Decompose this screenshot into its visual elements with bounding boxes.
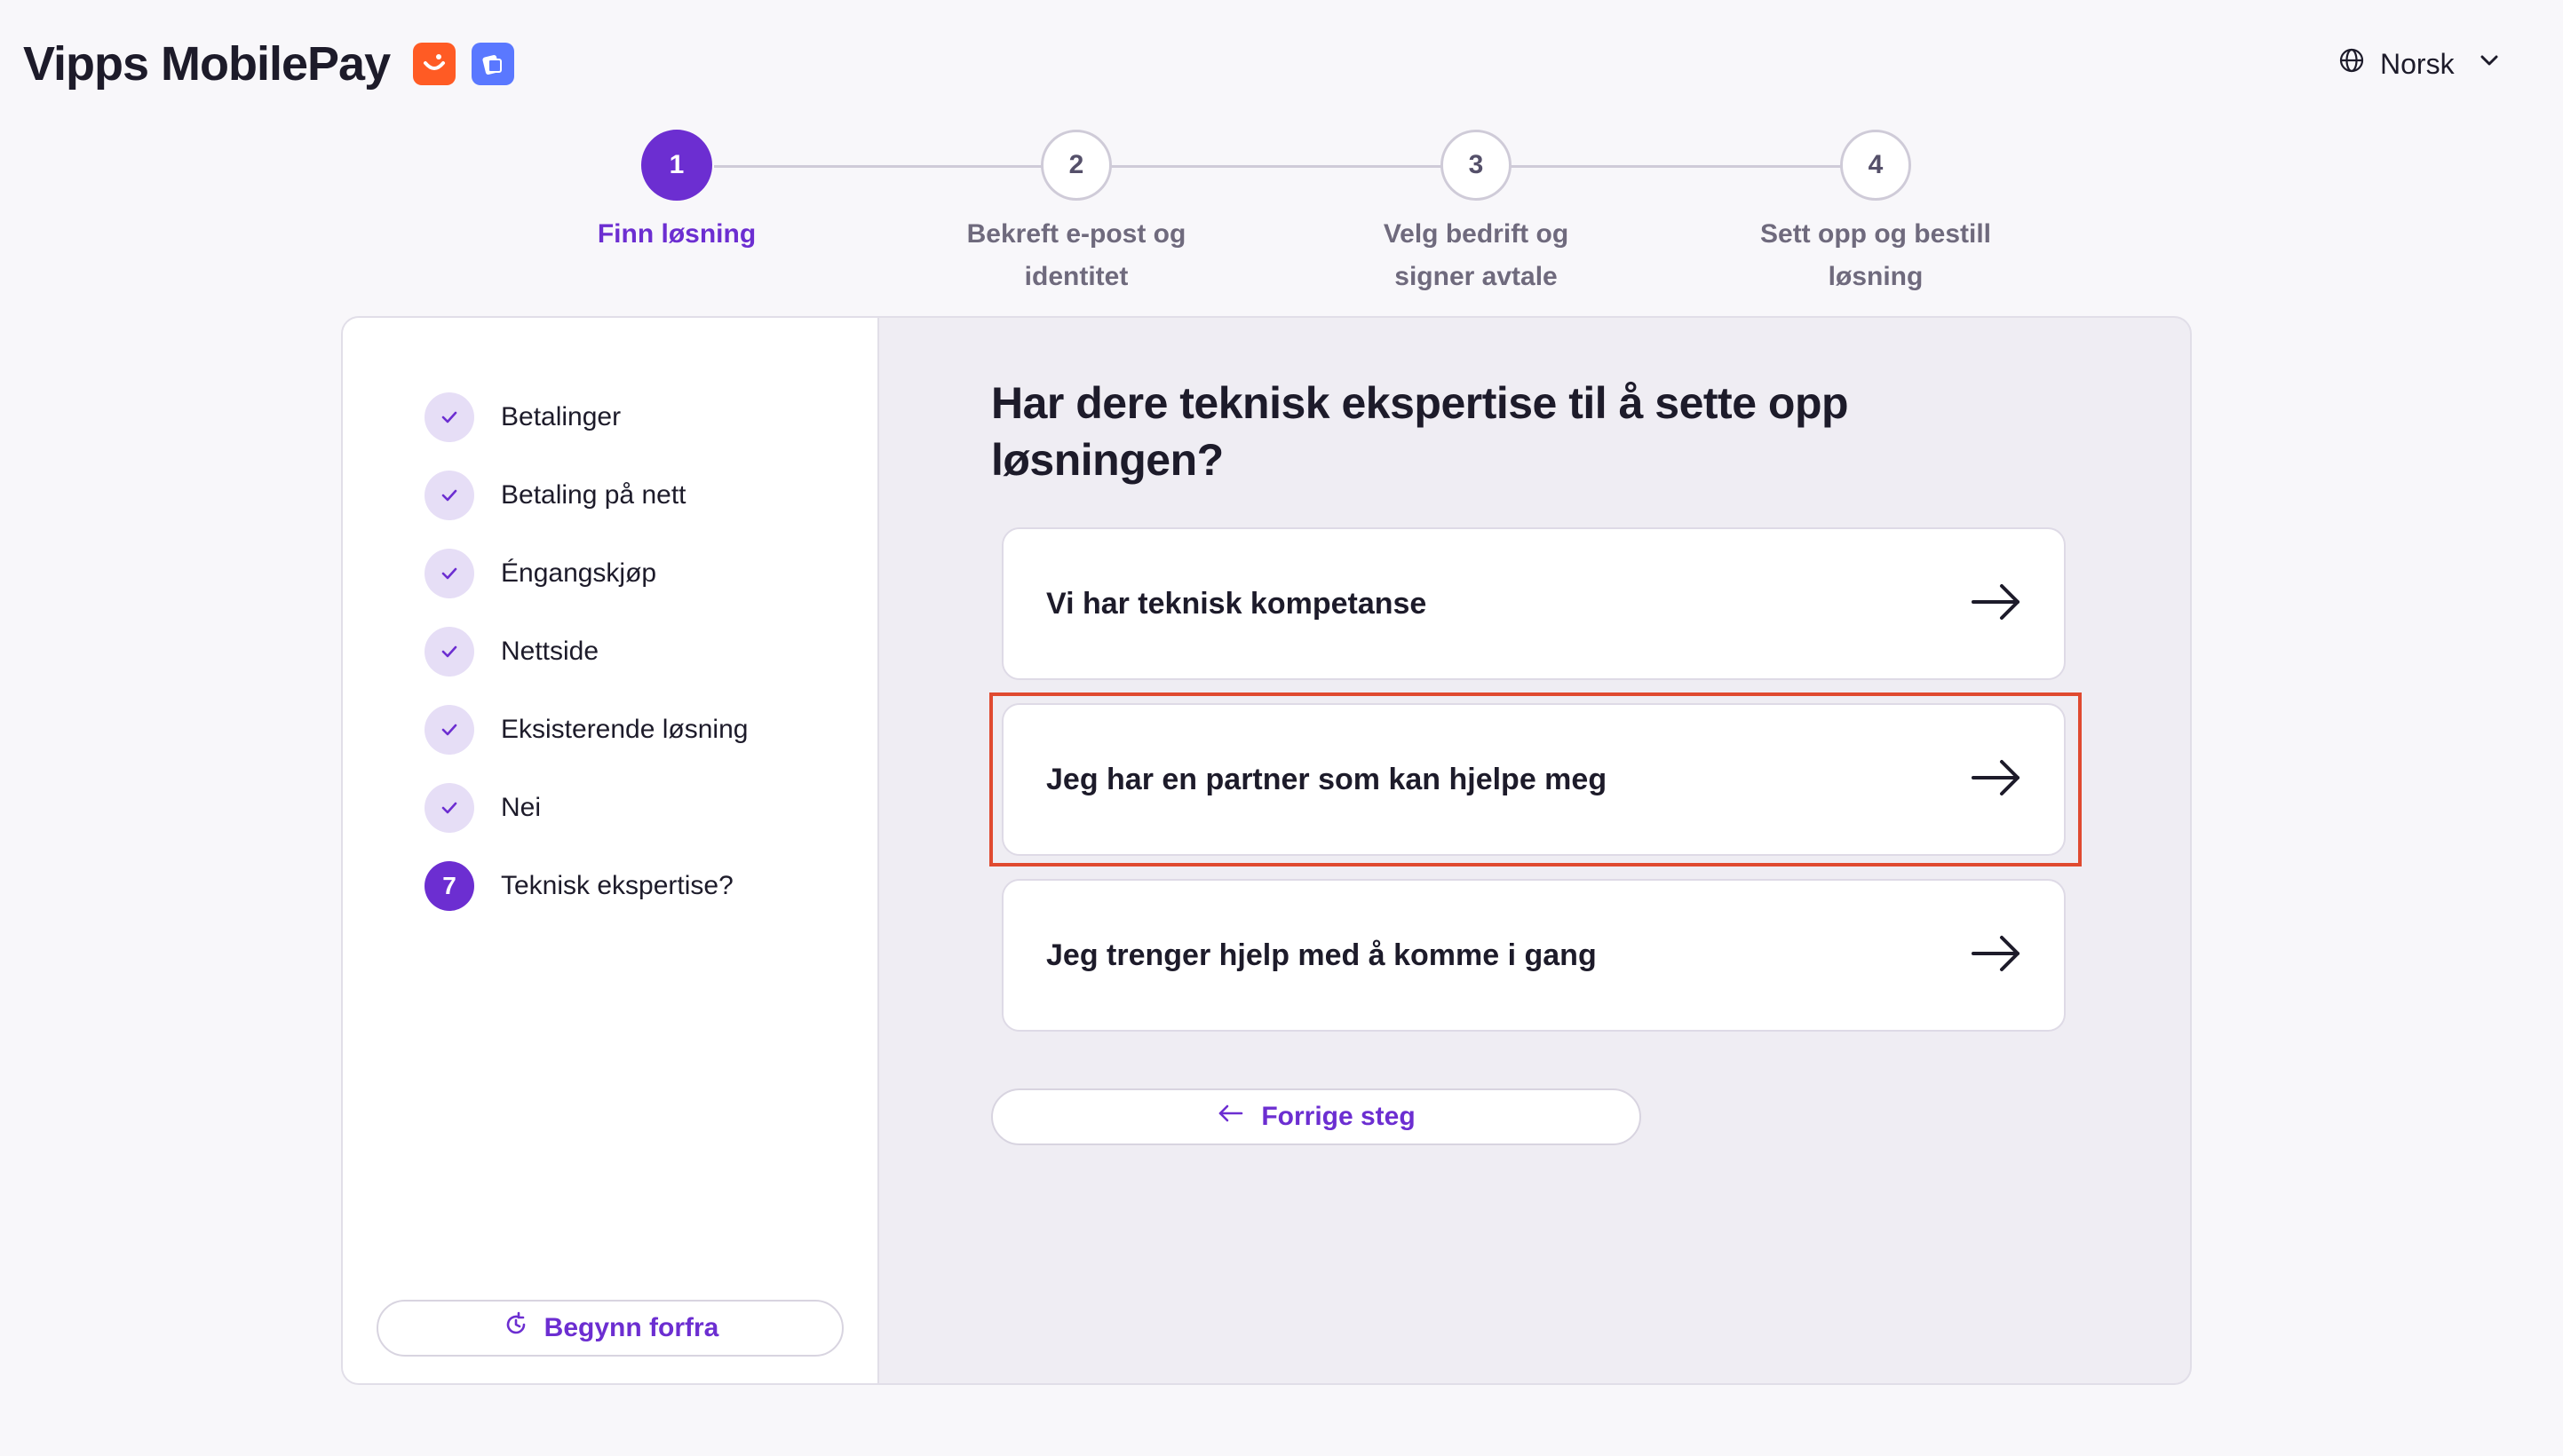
previous-step-label: Forrige steg: [1261, 1102, 1416, 1131]
sidebar-item-label: Nei: [501, 793, 542, 822]
sidebar-item: Betalinger: [425, 378, 748, 456]
step-label: Finn løsning: [597, 219, 757, 249]
arrow-right-icon: [1970, 758, 2023, 802]
step-1: 1 Finn løsning: [535, 130, 819, 256]
sidebar-item: Éngangskjøp: [425, 534, 748, 613]
check-icon: [425, 392, 474, 442]
sidebar-item: Eksisterende løsning: [425, 691, 748, 769]
sidebar-item-label: Nettside: [501, 637, 599, 666]
step-number: 2: [1041, 130, 1112, 201]
restart-button[interactable]: Begynn forfra: [377, 1300, 844, 1357]
sidebar-item-current: 7 Teknisk ekspertise?: [425, 847, 748, 925]
stepper-line: [714, 165, 1876, 168]
sidebar-item: Nettside: [425, 613, 748, 691]
option-need-help[interactable]: Jeg trenger hjelp med å komme i gang: [1002, 879, 2066, 1032]
sidebar-item-label: Betalinger: [501, 402, 622, 431]
step-number: 4: [1840, 130, 1911, 201]
answered-steps-list: Betalinger Betaling på nett Éngangskjøp …: [425, 378, 748, 925]
language-selector[interactable]: Norsk: [2337, 39, 2503, 89]
sidebar-item-label: Éngangskjøp: [501, 558, 657, 588]
progress-stepper: 1 Finn løsning 2 Bekreft e-post og ident…: [0, 130, 2563, 298]
restart-icon: [502, 1310, 530, 1346]
brand-logo[interactable]: Vipps MobilePay: [23, 32, 515, 96]
arrow-right-icon: [1970, 582, 2023, 626]
question-panel: Har dere teknisk ekspertise til å sette …: [879, 318, 2190, 1383]
check-icon: [425, 627, 474, 677]
progress-sidebar: Betalinger Betaling på nett Éngangskjøp …: [343, 318, 879, 1383]
check-icon: [425, 783, 474, 833]
sidebar-item: Nei: [425, 769, 748, 847]
sidebar-item-label: Betaling på nett: [501, 480, 686, 510]
check-icon: [425, 549, 474, 598]
arrow-left-icon: [1217, 1102, 1245, 1132]
option-label: Jeg har en partner som kan hjelpe meg: [1046, 762, 1607, 796]
brand-name: Vipps MobilePay: [23, 37, 391, 91]
option-technical-competence[interactable]: Vi har teknisk kompetanse: [1002, 527, 2066, 680]
check-icon: [425, 705, 474, 755]
step-number: 1: [641, 130, 712, 201]
language-label: Norsk: [2380, 47, 2455, 80]
question-title: Har dere teknisk ekspertise til å sette …: [991, 378, 1849, 485]
step-4: 4 Sett opp og bestill løsning: [1734, 130, 2018, 298]
sidebar-item-label: Eksisterende løsning: [501, 715, 749, 744]
option-partner-help[interactable]: Jeg har en partner som kan hjelpe meg: [1002, 703, 2066, 856]
current-step-number: 7: [425, 861, 474, 911]
check-icon: [425, 471, 474, 520]
option-label: Jeg trenger hjelp med å komme i gang: [1046, 938, 1597, 972]
step-number: 3: [1440, 130, 1512, 201]
sidebar-item-label: Teknisk ekspertise?: [501, 871, 734, 900]
wizard-card: Betalinger Betaling på nett Éngangskjøp …: [341, 316, 2192, 1385]
step-label: Sett opp og bestill løsning: [1760, 219, 1991, 291]
step-label: Bekreft e-post og identitet: [966, 219, 1186, 291]
restart-label: Begynn forfra: [544, 1313, 719, 1342]
step-label: Velg bedrift og signer avtale: [1383, 219, 1569, 291]
previous-step-button[interactable]: Forrige steg: [991, 1088, 1641, 1145]
mobilepay-wallet-icon: [472, 43, 515, 85]
sidebar-item: Betaling på nett: [425, 456, 748, 534]
vipps-smile-icon: [413, 43, 456, 85]
arrow-right-icon: [1970, 934, 2023, 977]
chevron-down-icon: [2476, 47, 2503, 81]
globe-icon: [2337, 46, 2366, 82]
step-3: 3 Velg bedrift og signer avtale: [1334, 130, 1618, 298]
step-2: 2 Bekreft e-post og identitet: [934, 130, 1218, 298]
option-label: Vi har teknisk kompetanse: [1046, 586, 1427, 621]
